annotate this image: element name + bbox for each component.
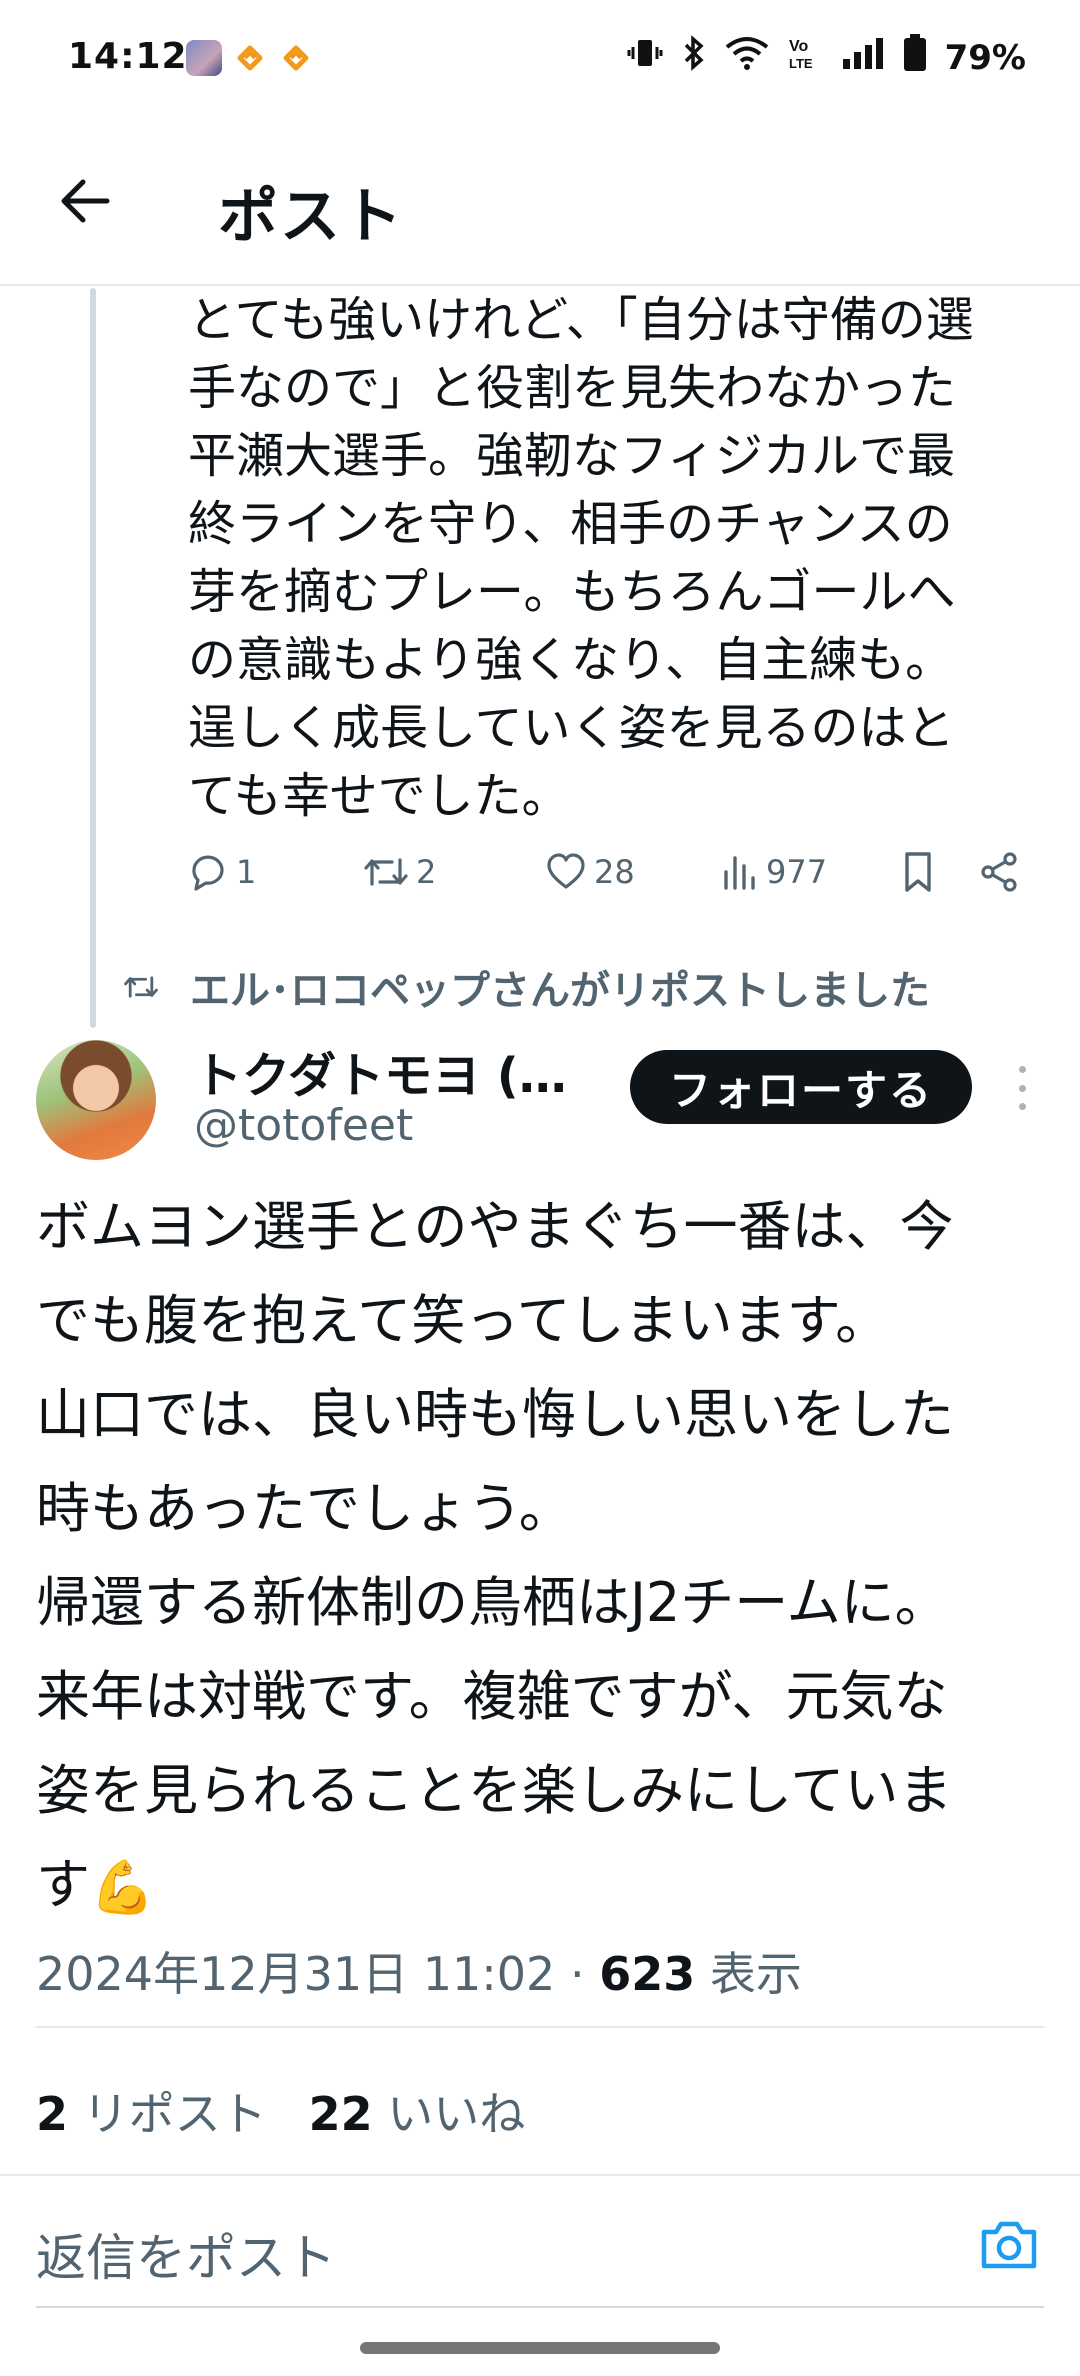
- thread-connector-line: [90, 288, 96, 1028]
- reply-icon: [192, 855, 224, 891]
- like-stat-label: いいね: [372, 2087, 526, 2141]
- back-button[interactable]: [50, 166, 120, 236]
- reply-bar: 返信をポスト: [0, 2174, 1080, 2308]
- page-title: ポスト: [218, 182, 404, 252]
- avatar[interactable]: [36, 1040, 156, 1160]
- repost-stat[interactable]: 2 リポスト: [36, 2087, 267, 2141]
- author-handle[interactable]: @totofeet: [194, 1100, 413, 1151]
- game-app-icon: [186, 40, 222, 76]
- reply-underline: [36, 2306, 1044, 2308]
- main-post-line: 時もあったでしょう。: [36, 1477, 573, 1540]
- parent-post-line: 平瀬大選手。強靭なフィジカルで最: [188, 428, 956, 484]
- more-dot: [1018, 1084, 1026, 1092]
- parent-post-line: 終ラインを守り、相手のチャンスの: [188, 496, 953, 552]
- notification-heart-icon: [278, 40, 314, 76]
- more-options-button[interactable]: [1010, 1066, 1034, 1110]
- notification-icons: [186, 40, 314, 76]
- more-dot: [1018, 1103, 1026, 1110]
- parent-post-line: 芽を摘むプレー。もちろんゴールへ: [188, 564, 956, 620]
- follow-button[interactable]: フォローする: [630, 1050, 972, 1124]
- parent-post-line: の意識もより強くなり、自主練も。: [188, 632, 954, 688]
- top-app-bar: ポスト: [0, 118, 1080, 286]
- analytics-icon: [724, 856, 755, 890]
- main-post-line-last: す💪: [36, 1838, 1046, 1932]
- post-meta: 2024年12月31日 11:02 · 623 表示: [36, 1938, 802, 2004]
- main-post-line: ボムヨン選手とのやまぐち一番は、今: [36, 1195, 954, 1258]
- main-post-line: 山口では、良い時も悔しい思いをした: [36, 1383, 954, 1446]
- bluetooth-icon: [681, 35, 707, 80]
- status-bar: 14:12 Vo LTE 79%: [0, 0, 1080, 118]
- reply-count: 1: [236, 853, 257, 891]
- author-name[interactable]: トクダトモヨ (…: [194, 1036, 567, 1106]
- volte-icon: Vo LTE: [787, 35, 823, 80]
- bookmark-button[interactable]: [898, 850, 938, 894]
- share-icon: [981, 852, 1017, 892]
- battery-percent: 79%: [944, 37, 1026, 78]
- status-time: 14:12: [68, 36, 188, 77]
- repost-notice[interactable]: エル･ロコペップさんがリポストしました: [122, 958, 930, 1016]
- system-icons: Vo LTE 79%: [627, 34, 1026, 81]
- home-indicator[interactable]: [360, 2342, 720, 2354]
- battery-icon: [903, 34, 927, 81]
- arrow-left-icon: [61, 179, 110, 223]
- more-dot: [1018, 1066, 1026, 1073]
- main-post-line: 来年は対戦です。複雑ですが、元気な: [36, 1665, 948, 1728]
- notification-heart-icon: [232, 40, 268, 76]
- signal-icon: [841, 35, 885, 80]
- main-post-line: す: [36, 1853, 90, 1916]
- like-button[interactable]: 28: [544, 850, 635, 894]
- share-button[interactable]: [978, 850, 1022, 894]
- post-views-label: 表示: [695, 1947, 802, 2001]
- like-stat[interactable]: 22 いいね: [309, 2087, 526, 2141]
- reply-input[interactable]: 返信をポスト: [36, 2218, 336, 2290]
- parent-post-line: 逞しく成長していく姿を見るのはと: [188, 700, 955, 756]
- parent-post-line: 手なので」と役割を見失わなかった: [188, 360, 957, 416]
- flexed-biceps-emoji: 💪: [90, 1858, 155, 1919]
- svg-text:Vo: Vo: [789, 38, 808, 55]
- post-stats: 2 リポスト 22 いいね: [36, 2078, 525, 2144]
- main-post-line: でも腹を抱えて笑ってしまいます。: [36, 1289, 890, 1352]
- repost-stat-label: リポスト: [68, 2087, 267, 2141]
- parent-post-line: とても強いけれど、「自分は守備の選: [188, 292, 974, 348]
- repost-icon: [364, 858, 408, 886]
- like-count: 28: [594, 853, 635, 891]
- post-timestamp[interactable]: 2024年12月31日 11:02 ·: [36, 1947, 599, 2001]
- bookmark-icon: [905, 852, 931, 892]
- parent-post-text[interactable]: とても強いけれど、「自分は守備の選 手なので」と役割を見失わなかった 平瀬大選手…: [188, 286, 1048, 830]
- views-button[interactable]: 977: [720, 850, 827, 894]
- repost-small-icon: [124, 976, 158, 998]
- reply-button[interactable]: 1: [186, 850, 256, 894]
- main-post-line: 帰還する新体制の鳥栖はJ2チームに。: [36, 1571, 949, 1634]
- heart-icon: [547, 853, 585, 889]
- repost-button[interactable]: 2: [362, 850, 436, 894]
- repost-count: 2: [416, 853, 437, 891]
- repost-stat-count: 2: [36, 2087, 69, 2141]
- main-post-line: 姿を見られることを楽しみにしていま: [36, 1759, 953, 1822]
- views-count: 977: [766, 853, 828, 891]
- camera-button[interactable]: [976, 2212, 1042, 2278]
- svg-text:LTE: LTE: [789, 56, 813, 71]
- parent-post-actions: 1 2 28 977: [186, 850, 1046, 910]
- post-views-count: 623: [599, 1947, 696, 2001]
- repost-notice-text: エル･ロコペップさんがリポストしました: [190, 968, 930, 1014]
- main-post-text: ボムヨン選手とのやまぐち一番は、今 でも腹を抱えて笑ってしまいます。 山口では、…: [36, 1180, 1046, 1932]
- wifi-icon: [725, 35, 769, 80]
- camera-icon: [981, 2221, 1037, 2269]
- divider: [36, 2026, 1044, 2028]
- like-stat-count: 22: [308, 2087, 373, 2141]
- parent-post-line: ても幸せでした。: [188, 768, 570, 824]
- vibrate-icon: [627, 35, 663, 80]
